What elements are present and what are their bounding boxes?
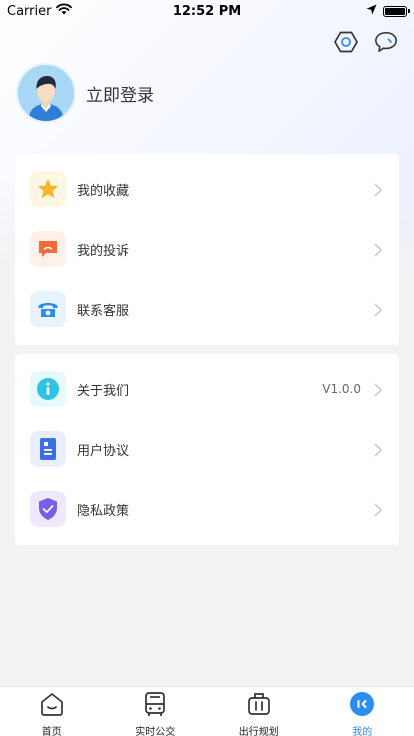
status-left: Carrier [7, 3, 73, 19]
bus-icon [142, 691, 168, 717]
chevron-right-icon [373, 382, 383, 397]
menu-item-about[interactable]: 关于我们 V1.0.0 [15, 359, 399, 419]
menu-item-label: 联系客服 [77, 303, 130, 319]
chevron-right-icon [373, 302, 383, 317]
settings-icon[interactable] [334, 30, 358, 54]
carrier-label: Carrier [7, 3, 52, 19]
battery-icon [383, 5, 410, 17]
chevron-right-icon [373, 502, 383, 517]
shield-icon [30, 491, 66, 527]
version-value: V1.0.0 [322, 382, 361, 396]
menu-item-label: 隐私政策 [77, 503, 130, 519]
avatar [16, 63, 76, 123]
document-icon [30, 431, 66, 467]
home-icon [39, 691, 65, 717]
info-icon [30, 371, 66, 407]
tab-profile[interactable]: 我的 [311, 687, 414, 736]
tab-label: 首页 [41, 727, 62, 736]
login-profile[interactable]: 立即登录 [16, 63, 154, 123]
menu-item-user-agreement[interactable]: 用户协议 [15, 419, 399, 479]
menu-item-label: 用户协议 [77, 443, 130, 459]
profile-icon [349, 691, 375, 717]
location-arrow-icon [366, 4, 377, 19]
menu-group-1: 我的收藏 我的投诉 联系客服 [15, 154, 399, 345]
phone-icon [30, 291, 66, 327]
wifi-icon [56, 3, 73, 19]
tab-home[interactable]: 首页 [0, 687, 104, 736]
tab-label: 实时公交 [135, 727, 176, 736]
menu-item-label: 我的投诉 [77, 243, 130, 259]
menu-item-label: 关于我们 [77, 383, 130, 399]
star-icon [30, 171, 66, 207]
complaint-icon [30, 231, 66, 267]
status-right [366, 4, 410, 19]
chevron-right-icon [373, 242, 383, 257]
tab-label: 我的 [352, 727, 373, 736]
menu-group-2: 关于我们 V1.0.0 用户协议 隐私政策 [15, 354, 399, 545]
screen: Carrier 12:52 PM 立即登录 我的收藏 我的投诉 联系客服 关于我… [0, 0, 414, 736]
luggage-icon [246, 691, 272, 717]
tab-realtime-bus[interactable]: 实时公交 [104, 687, 208, 736]
menu-item-label: 我的收藏 [77, 183, 130, 199]
menu-item-complaints[interactable]: 我的投诉 [15, 219, 399, 279]
menu-item-favorites[interactable]: 我的收藏 [15, 159, 399, 219]
tab-trip-planning[interactable]: 出行规划 [207, 687, 311, 736]
status-bar: Carrier 12:52 PM [0, 0, 414, 22]
message-icon[interactable] [374, 30, 398, 54]
chevron-right-icon [373, 442, 383, 457]
menu-item-privacy-policy[interactable]: 隐私政策 [15, 479, 399, 539]
login-label: 立即登录 [86, 85, 154, 106]
menu-item-customer-service[interactable]: 联系客服 [15, 279, 399, 339]
chevron-right-icon [373, 182, 383, 197]
tab-bar: 首页 实时公交 出行规划 我的 [0, 686, 414, 736]
tab-label: 出行规划 [238, 727, 279, 736]
header-actions [334, 30, 398, 54]
